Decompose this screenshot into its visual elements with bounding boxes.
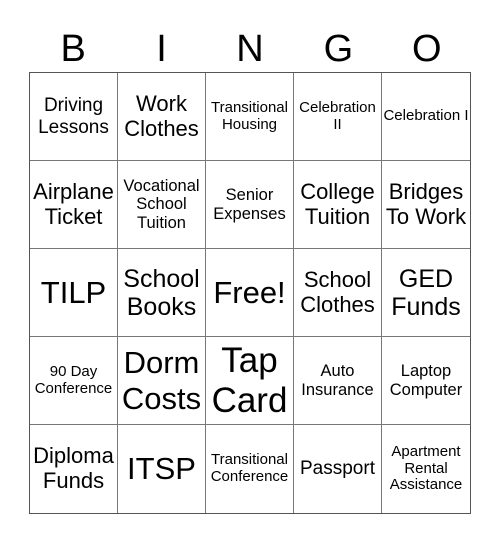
bingo-cell[interactable]: Diploma Funds — [30, 425, 118, 513]
free-space[interactable]: Free! — [206, 249, 294, 337]
bingo-cell[interactable]: 90 Day Conference — [30, 337, 118, 425]
bingo-cell[interactable]: Vocational School Tuition — [118, 161, 206, 249]
header-letter-i: I — [156, 28, 167, 70]
bingo-cell[interactable]: Apartment Rental Assistance — [382, 425, 470, 513]
bingo-cell[interactable]: Dorm Costs — [118, 337, 206, 425]
bingo-cell[interactable]: Laptop Computer — [382, 337, 470, 425]
bingo-cell[interactable]: Celebration II — [294, 73, 382, 161]
header-letter-n: N — [236, 28, 264, 70]
bingo-cell[interactable]: Driving Lessons — [30, 73, 118, 161]
bingo-cell[interactable]: Airplane Ticket — [30, 161, 118, 249]
bingo-header: B I N G O — [29, 26, 471, 72]
bingo-cell[interactable]: Transitional Conference — [206, 425, 294, 513]
bingo-grid: Driving Lessons Work Clothes Transitiona… — [29, 72, 471, 514]
bingo-cell[interactable]: ITSP — [118, 425, 206, 513]
bingo-cell[interactable]: Celebration I — [382, 73, 470, 161]
bingo-cell[interactable]: College Tuition — [294, 161, 382, 249]
bingo-cell[interactable]: Transitional Housing — [206, 73, 294, 161]
bingo-cell[interactable]: GED Funds — [382, 249, 470, 337]
bingo-cell[interactable]: TILP — [30, 249, 118, 337]
bingo-cell[interactable]: School Books — [118, 249, 206, 337]
bingo-cell[interactable]: Auto Insurance — [294, 337, 382, 425]
header-letter-g: G — [323, 28, 354, 70]
header-letter-b: B — [60, 28, 86, 70]
bingo-cell[interactable]: Tap Card — [206, 337, 294, 425]
bingo-cell[interactable]: Work Clothes — [118, 73, 206, 161]
bingo-cell[interactable]: Passport — [294, 425, 382, 513]
bingo-cell[interactable]: School Clothes — [294, 249, 382, 337]
header-letter-o: O — [411, 28, 442, 70]
bingo-cell[interactable]: Bridges To Work — [382, 161, 470, 249]
bingo-cell[interactable]: Senior Expenses — [206, 161, 294, 249]
